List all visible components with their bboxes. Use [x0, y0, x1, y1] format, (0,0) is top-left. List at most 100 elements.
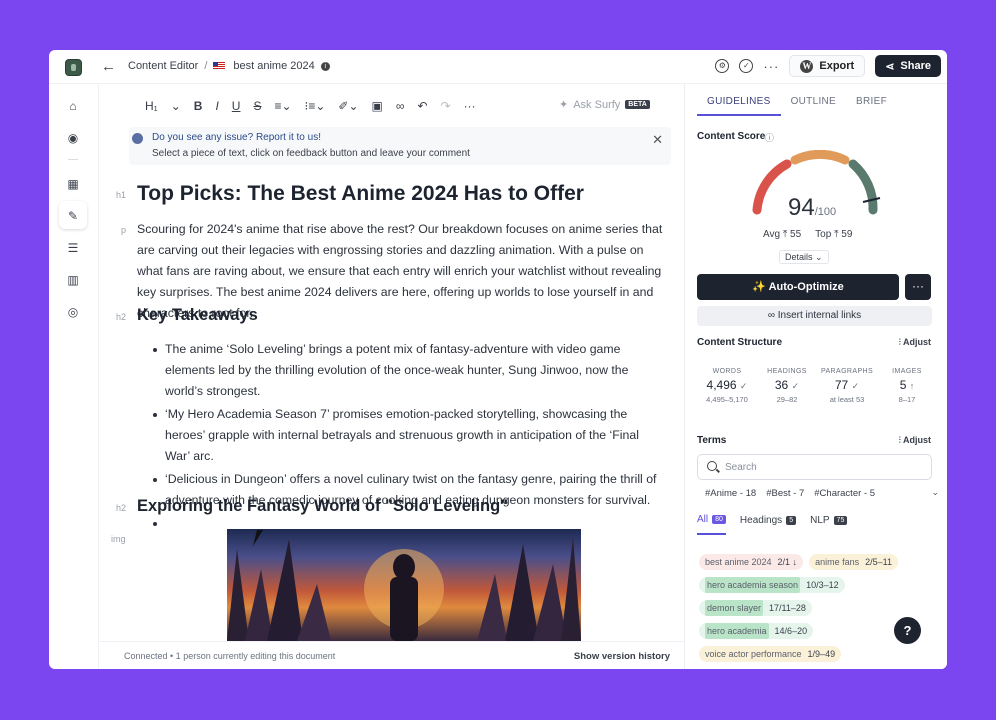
tab-brief[interactable]: BRIEF: [846, 96, 897, 116]
info-icon[interactable]: ⓘ: [765, 131, 774, 144]
term-hashtag-chips: #Anime - 18 #Best - 7 #Character - 5 ⌄: [705, 487, 939, 499]
ask-surfy-button[interactable]: ✦ Ask Surfy BETA: [559, 98, 650, 111]
more-actions-button[interactable]: ···: [905, 274, 931, 300]
notice-title[interactable]: Do you see any issue? Report it to us!: [152, 132, 321, 143]
help-button[interactable]: ?: [894, 617, 921, 644]
content-score-value: 94/100: [788, 194, 836, 222]
document-title[interactable]: Top Picks: The Best Anime 2024 Has to Of…: [137, 182, 584, 206]
feedback-notice: Do you see any issue? Report it to us! S…: [129, 127, 671, 165]
details-dropdown[interactable]: Details ⌄: [779, 250, 829, 264]
check-icon: ✓: [739, 381, 748, 391]
bold-icon[interactable]: B: [194, 99, 203, 113]
list-item[interactable]: The anime ‘Solo Leveling’ brings a poten…: [153, 339, 663, 402]
tab-guidelines[interactable]: GUIDELINES: [697, 96, 781, 116]
check-icon: ✓: [791, 381, 800, 391]
heading-solo-leveling[interactable]: Exploring the Fantasy World of "Solo Lev…: [137, 497, 508, 516]
tab-outline[interactable]: OUTLINE: [781, 96, 846, 116]
strikethrough-icon[interactable]: S: [253, 99, 261, 113]
apps-grid-icon[interactable]: ▦: [66, 177, 80, 191]
image-icon[interactable]: ▣: [372, 99, 383, 113]
italic-icon[interactable]: I: [215, 99, 218, 113]
export-button[interactable]: W Export: [789, 55, 866, 77]
adjust-terms-button[interactable]: ⫶ Adjust: [899, 435, 931, 446]
settings-icon[interactable]: ⚙: [715, 59, 730, 73]
stat-number: 77: [834, 378, 849, 392]
top-score: Top ⤒ 59: [815, 229, 852, 240]
hashtag-chip[interactable]: #Best - 7: [766, 488, 804, 499]
term-chip[interactable]: demon slayer 17/11–28: [699, 600, 812, 616]
home-icon[interactable]: ⌂: [66, 99, 80, 113]
filter-tab-label: Headings: [739, 515, 783, 526]
share-label: Share: [900, 60, 931, 72]
breadcrumb-app[interactable]: Content Editor: [128, 60, 198, 72]
term-chip[interactable]: best anime 2024 2/1 ↓: [699, 554, 804, 570]
version-history-link[interactable]: Show version history: [574, 651, 670, 662]
anime-illustration-image[interactable]: [227, 529, 581, 641]
block-tag-h2: h2: [116, 312, 127, 322]
chevron-down-icon[interactable]: ⌄: [931, 487, 939, 498]
term-name: hero academia season: [705, 577, 801, 593]
more-options-icon[interactable]: ···: [763, 59, 779, 74]
share-button[interactable]: ⋖ Share: [875, 55, 941, 77]
heading-key-takeaways[interactable]: Key Takeaways: [137, 306, 258, 325]
close-icon[interactable]: ✕: [652, 132, 663, 148]
stat-number: 4,496: [706, 378, 737, 392]
redo-icon[interactable]: ↷: [441, 99, 451, 113]
undo-icon[interactable]: ↶: [417, 99, 427, 113]
term-name: voice actor performance: [705, 649, 802, 659]
numbered-list-icon[interactable]: ⁝≡⌄: [305, 99, 326, 113]
highlight-pen-icon[interactable]: ✐⌄: [338, 99, 358, 113]
term-name: anime fans: [815, 557, 860, 567]
avg-arrow-icon: ⤒: [782, 229, 788, 240]
auto-optimize-button[interactable]: ✨ Auto-Optimize: [697, 274, 899, 300]
filter-tab-nlp[interactable]: NLP 75: [810, 514, 848, 535]
check-circle-icon[interactable]: ✓: [739, 59, 754, 73]
content-editor-icon[interactable]: ✎: [66, 209, 80, 223]
term-name: demon slayer: [705, 600, 764, 616]
terms-list: best anime 2024 2/1 ↓ anime fans 2/5–11 he…: [699, 554, 939, 662]
link-icon[interactable]: ◎: [66, 305, 80, 319]
insert-internal-links-button[interactable]: ∞ Insert internal links: [697, 306, 932, 326]
hashtag-chip[interactable]: #Character - 5: [814, 488, 875, 499]
link-icon[interactable]: ∞: [396, 99, 405, 113]
more-tools-icon[interactable]: ···: [464, 99, 476, 113]
align-icon[interactable]: ≡⌄: [274, 99, 291, 113]
count-badge: 80: [712, 515, 726, 524]
term-name: best anime 2024: [705, 557, 772, 567]
info-icon[interactable]: i: [320, 61, 330, 71]
back-arrow-icon[interactable]: ←: [101, 58, 116, 75]
term-chip[interactable]: voice actor performance 1/9–49: [699, 646, 842, 662]
filter-tab-all[interactable]: All 80: [697, 514, 726, 535]
term-filter-tabs: All 80 Headings 5 NLP 75: [697, 514, 848, 535]
block-tag-p: p: [121, 225, 127, 235]
stat-label: IMAGES: [892, 368, 922, 375]
terms-search-input[interactable]: Search: [697, 454, 932, 480]
stat-label: WORDS: [712, 368, 742, 375]
stat-label: PARAGRAPHS: [820, 368, 874, 375]
list-item[interactable]: ‘My Hero Academia Season 7’ promises emo…: [153, 404, 663, 467]
term-chip[interactable]: hero academia season 10/3–12: [699, 577, 845, 593]
stat-images: IMAGES 5 ↑ 8–17: [877, 368, 937, 404]
term-chip[interactable]: anime fans 2/5–11: [809, 554, 898, 570]
chart-icon[interactable]: ▥: [66, 273, 80, 287]
list-icon[interactable]: ☰: [66, 241, 80, 255]
insert-internal-links-label: Insert internal links: [777, 310, 862, 321]
avg-top-scores: Avg ⤒ 55 Top ⤒ 59: [763, 229, 852, 240]
adjust-structure-button[interactable]: ⫶ Adjust: [899, 337, 931, 348]
search-placeholder: Search: [725, 462, 757, 473]
app-logo-icon[interactable]: [65, 59, 82, 76]
heading-dropdown[interactable]: H₁: [145, 99, 158, 113]
globe-icon[interactable]: ◉: [66, 131, 80, 145]
guidelines-panel: GUIDELINES OUTLINE BRIEF Content Score ⓘ…: [684, 84, 947, 669]
share-icon: ⋖: [885, 60, 895, 73]
term-chip[interactable]: hero academia 14/6–20: [699, 623, 814, 639]
top-bar: ← Content Editor / best anime 2024 i ⚙ ✓…: [49, 50, 947, 84]
filter-tab-label: NLP: [810, 515, 830, 526]
filter-tab-headings[interactable]: Headings 5: [739, 514, 797, 535]
hashtag-chip[interactable]: #Anime - 18: [705, 488, 756, 499]
chevron-down-icon[interactable]: ⌄: [171, 99, 181, 113]
underline-icon[interactable]: U: [232, 99, 241, 113]
avg-label: Avg: [763, 229, 781, 240]
top-label: Top: [815, 229, 832, 240]
score-max: /100: [814, 206, 837, 218]
